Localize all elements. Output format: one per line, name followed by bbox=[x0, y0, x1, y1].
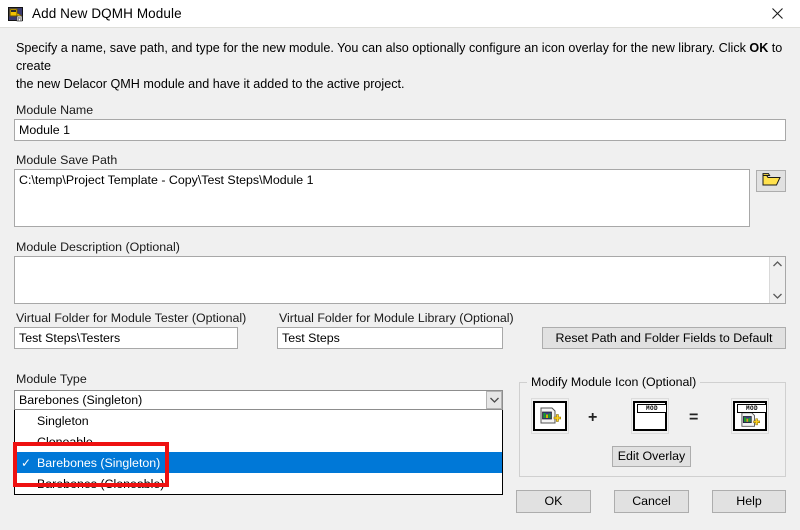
ok-button[interactable]: OK bbox=[516, 490, 591, 513]
scroll-down-icon[interactable] bbox=[773, 291, 782, 301]
dropdown-option-label-1: Cloneable bbox=[37, 434, 93, 449]
dropdown-option-0[interactable]: Singleton bbox=[15, 410, 502, 431]
dropdown-option-2[interactable]: ✓ Barebones (Singleton) bbox=[15, 452, 502, 473]
chevron-down-icon[interactable] bbox=[486, 391, 502, 409]
result-icon-preview[interactable]: MOD bbox=[731, 398, 769, 434]
module-description-input[interactable] bbox=[14, 256, 786, 304]
dropdown-option-3[interactable]: Barebones (Cloneable) bbox=[15, 473, 502, 494]
dropdown-option-1[interactable]: Cloneable bbox=[15, 431, 502, 452]
instructions-line1-a: Specify a name, save path, and type for … bbox=[16, 41, 750, 55]
module-type-selected-value: Barebones (Singleton) bbox=[19, 393, 143, 407]
dqmh-module-icon: R bbox=[8, 6, 24, 22]
folder-open-icon bbox=[762, 172, 781, 189]
virtual-folder-library-input[interactable]: Test Steps bbox=[277, 327, 503, 349]
plus-operator: + bbox=[588, 409, 598, 426]
module-type-combobox[interactable]: Barebones (Singleton) bbox=[14, 390, 503, 410]
virtual-folder-tester-label: Virtual Folder for Module Tester (Option… bbox=[16, 311, 247, 325]
virtual-folder-library-label: Virtual Folder for Module Library (Optio… bbox=[279, 311, 514, 325]
module-save-path-input[interactable]: C:\temp\Project Template - Copy\Test Ste… bbox=[14, 169, 750, 227]
module-description-label: Module Description (Optional) bbox=[16, 240, 180, 254]
browse-folder-button[interactable] bbox=[756, 170, 786, 192]
overlay-icon-preview[interactable]: MOD bbox=[631, 398, 669, 434]
dropdown-option-label-0: Singleton bbox=[37, 413, 89, 428]
instructions-line2: the new Delacor QMH module and have it a… bbox=[16, 77, 405, 91]
module-type-dropdown-list[interactable]: Singleton Cloneable ✓ Barebones (Singlet… bbox=[14, 410, 503, 495]
module-name-input[interactable]: Module 1 bbox=[14, 119, 786, 141]
window-title: Add New DQMH Module bbox=[32, 6, 182, 21]
help-button[interactable]: Help bbox=[712, 490, 786, 513]
reset-path-folder-button[interactable]: Reset Path and Folder Fields to Default bbox=[542, 327, 786, 349]
modify-module-icon-title: Modify Module Icon (Optional) bbox=[527, 375, 701, 389]
dropdown-check-2: ✓ bbox=[21, 455, 32, 470]
dropdown-option-label-3: Barebones (Cloneable) bbox=[37, 476, 165, 491]
dropdown-option-label-2: Barebones (Singleton) bbox=[37, 455, 161, 470]
description-scrollbar[interactable] bbox=[769, 257, 785, 303]
close-icon[interactable] bbox=[754, 0, 800, 27]
module-save-path-label: Module Save Path bbox=[16, 153, 118, 167]
scroll-up-icon[interactable] bbox=[773, 259, 782, 269]
module-type-label: Module Type bbox=[16, 372, 87, 386]
instructions-ok-emphasis: OK bbox=[749, 41, 769, 55]
result-module-icon: MOD bbox=[733, 401, 767, 431]
module-name-label: Module Name bbox=[16, 103, 94, 117]
instructions-text: Specify a name, save path, and type for … bbox=[16, 39, 786, 93]
virtual-folder-tester-input[interactable]: Test Steps\Testers bbox=[14, 327, 238, 349]
overlay-band-text: MOD bbox=[637, 404, 667, 413]
cancel-button[interactable]: Cancel bbox=[614, 490, 689, 513]
equals-operator: = bbox=[689, 409, 699, 426]
vi-document-icon bbox=[533, 401, 567, 431]
edit-overlay-button[interactable]: Edit Overlay bbox=[612, 446, 691, 467]
overlay-mod-band-icon: MOD bbox=[633, 401, 667, 431]
window-titlebar: R Add New DQMH Module bbox=[0, 0, 800, 28]
base-module-icon-preview[interactable] bbox=[531, 398, 569, 434]
result-band-text: MOD bbox=[737, 404, 767, 413]
